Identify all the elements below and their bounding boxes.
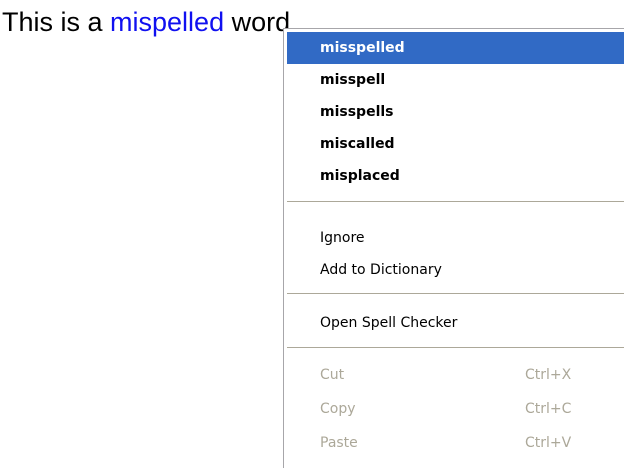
suggestion-label: misspell bbox=[320, 72, 386, 88]
paste-menu-item[interactable]: Paste Ctrl+V bbox=[287, 427, 624, 459]
ignore-menu-item[interactable]: Ignore bbox=[287, 222, 624, 254]
suggestion-item[interactable]: miscalled bbox=[287, 128, 624, 160]
open-spell-checker-label: Open Spell Checker bbox=[320, 315, 458, 331]
misspelled-word[interactable]: mispelled bbox=[110, 7, 224, 37]
copy-shortcut: Ctrl+C bbox=[525, 401, 572, 417]
suggestion-item[interactable]: misspells bbox=[287, 96, 624, 128]
cut-label: Cut bbox=[320, 367, 345, 383]
text-after-word: word bbox=[224, 7, 291, 37]
document-text-line[interactable]: This is a mispelled word bbox=[2, 6, 290, 38]
cut-menu-item[interactable]: Cut Ctrl+X bbox=[287, 359, 624, 391]
spell-check-context-menu: misspelled misspell misspells miscalled … bbox=[283, 28, 624, 468]
text-before-word: This is a bbox=[2, 7, 111, 37]
open-spell-checker-menu-item[interactable]: Open Spell Checker bbox=[287, 307, 624, 339]
cut-shortcut: Ctrl+X bbox=[525, 367, 572, 383]
copy-menu-item[interactable]: Copy Ctrl+C bbox=[287, 393, 624, 425]
menu-separator bbox=[287, 201, 624, 202]
suggestion-item[interactable]: misspell bbox=[287, 64, 624, 96]
menu-separator bbox=[287, 347, 624, 348]
suggestion-label: miscalled bbox=[320, 136, 395, 152]
suggestion-item[interactable]: misspelled bbox=[287, 32, 624, 64]
suggestion-label: misspelled bbox=[320, 40, 405, 56]
menu-separator bbox=[287, 293, 624, 294]
ignore-label: Ignore bbox=[320, 230, 365, 246]
add-to-dictionary-label: Add to Dictionary bbox=[320, 262, 442, 278]
suggestion-label: misspells bbox=[320, 104, 394, 120]
copy-label: Copy bbox=[320, 401, 356, 417]
paste-shortcut: Ctrl+V bbox=[525, 435, 572, 451]
suggestion-label: misplaced bbox=[320, 168, 400, 184]
add-to-dictionary-menu-item[interactable]: Add to Dictionary bbox=[287, 254, 624, 286]
paste-label: Paste bbox=[320, 435, 358, 451]
suggestion-item[interactable]: misplaced bbox=[287, 160, 624, 192]
